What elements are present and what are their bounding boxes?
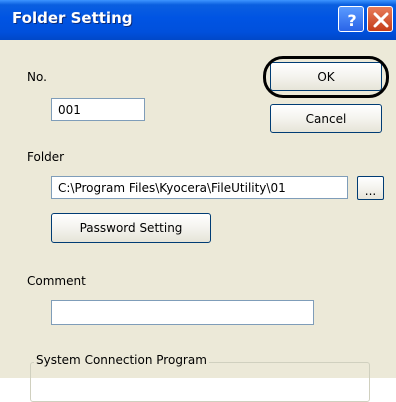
close-x-icon <box>373 12 389 28</box>
help-button[interactable]: ? <box>338 6 364 32</box>
cancel-button[interactable]: Cancel <box>270 104 382 133</box>
close-button[interactable] <box>367 6 393 32</box>
system-connection-group <box>30 362 370 402</box>
ellipsis-icon: ... <box>364 184 377 198</box>
no-label: No. <box>27 70 47 84</box>
comment-input[interactable] <box>51 300 314 325</box>
no-input[interactable]: 001 <box>51 98 145 121</box>
title-bar: Folder Setting ? <box>0 0 396 40</box>
folder-label: Folder <box>27 150 65 164</box>
system-connection-group-label: System Connection Program <box>34 353 209 367</box>
svg-text:?: ? <box>347 11 356 30</box>
password-setting-button[interactable]: Password Setting <box>51 213 211 243</box>
comment-label: Comment <box>27 274 86 288</box>
window-title: Folder Setting <box>12 9 133 27</box>
ok-highlight-annotation <box>263 56 389 98</box>
browse-button[interactable]: ... <box>357 176 384 200</box>
question-mark-icon: ? <box>347 11 356 30</box>
folder-path-input[interactable]: C:\Program Files\Kyocera\FileUtility\01 <box>51 176 348 199</box>
folder-setting-dialog: Folder Setting ? No. 001 OK Cancel Folde… <box>0 0 396 402</box>
